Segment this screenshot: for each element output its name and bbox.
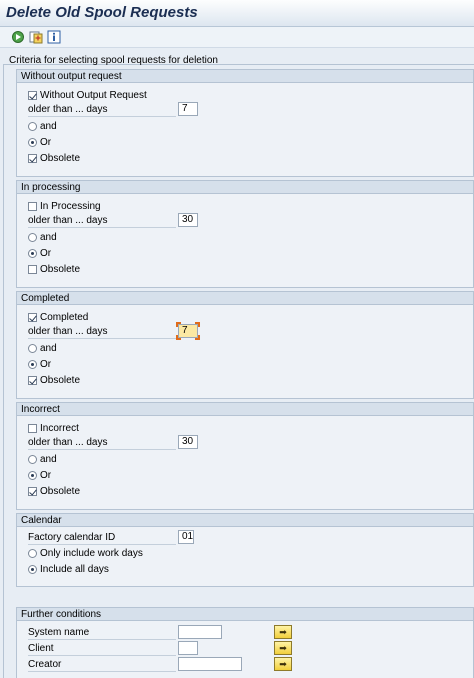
radio-control[interactable] (28, 343, 37, 353)
group-in-processing: In processing In Processing older than .… (16, 180, 474, 288)
radio-label: Or (40, 469, 52, 481)
radio-control[interactable] (28, 470, 37, 480)
focus-corner (176, 335, 181, 340)
criteria-title: Criteria for selecting spool requests fo… (9, 55, 218, 66)
radio-or[interactable]: Or (28, 246, 51, 260)
radio-control[interactable] (28, 248, 37, 258)
days-input[interactable]: 30 (178, 435, 198, 449)
in-processing-checkbox[interactable]: In Processing (28, 199, 101, 213)
obsolete-checkbox[interactable]: Obsolete (28, 484, 80, 498)
multiple-selection-button[interactable]: ➡ (274, 641, 292, 655)
radio-control[interactable] (28, 564, 37, 574)
group-header: Completed (17, 292, 473, 305)
title-bar: Delete Old Spool Requests (0, 0, 474, 27)
system-name-input[interactable] (178, 625, 222, 639)
group-without-output: Without output request Without Output Re… (16, 69, 474, 177)
radio-label: Only include work days (40, 547, 143, 559)
group-header: Incorrect (17, 403, 473, 416)
focus-corner (176, 322, 181, 327)
checkbox-control[interactable] (28, 312, 37, 322)
checkbox-control[interactable] (28, 153, 37, 163)
group-incorrect: Incorrect Incorrect older than ... days … (16, 402, 474, 510)
checkbox-label: Obsolete (40, 485, 81, 497)
radio-control[interactable] (28, 454, 37, 464)
group-header: Further conditions (17, 608, 473, 621)
obsolete-checkbox[interactable]: Obsolete (28, 373, 80, 387)
focus-corner (195, 335, 200, 340)
arrow-right-icon: ➡ (279, 643, 287, 653)
radio-label: and (40, 120, 57, 132)
radio-control[interactable] (28, 359, 37, 369)
radio-only-work-days[interactable]: Only include work days (28, 546, 143, 560)
creator-label: Creator (28, 658, 176, 672)
application-toolbar (0, 27, 474, 48)
days-input[interactable]: 7 (178, 102, 198, 116)
radio-control[interactable] (28, 121, 37, 131)
without-output-checkbox[interactable]: Without Output Request (28, 88, 147, 102)
variant-icon[interactable] (29, 30, 43, 44)
creator-input[interactable] (178, 657, 242, 671)
focus-corner (195, 322, 200, 327)
checkbox-control[interactable] (28, 201, 37, 211)
radio-label: Include all days (40, 563, 109, 575)
checkbox-control[interactable] (28, 375, 37, 385)
radio-include-all-days[interactable]: Include all days (28, 562, 109, 576)
checkbox-control[interactable] (28, 423, 37, 433)
checkbox-label: Incorrect (40, 422, 79, 434)
arrow-right-icon: ➡ (279, 659, 287, 669)
page-title: Delete Old Spool Requests (6, 4, 198, 21)
group-header: In processing (17, 181, 473, 194)
group-header: Calendar (17, 514, 473, 527)
checkbox-label: Obsolete (40, 263, 81, 275)
radio-label: Or (40, 358, 52, 370)
client-label: Client (28, 642, 176, 656)
checkbox-control[interactable] (28, 486, 37, 496)
radio-label: Or (40, 136, 52, 148)
factory-calendar-label: Factory calendar ID (28, 531, 176, 545)
radio-control[interactable] (28, 548, 37, 558)
execute-icon[interactable] (11, 30, 25, 44)
radio-and[interactable]: and (28, 119, 57, 133)
checkbox-control[interactable] (28, 264, 37, 274)
checkbox-label: Obsolete (40, 152, 81, 164)
radio-or[interactable]: Or (28, 357, 51, 371)
days-input[interactable]: 30 (178, 213, 198, 227)
checkbox-label: Obsolete (40, 374, 81, 386)
checkbox-label: Without Output Request (40, 89, 147, 101)
radio-label: Or (40, 247, 52, 259)
group-calendar: Calendar Factory calendar ID 01 Only inc… (16, 513, 474, 587)
radio-or[interactable]: Or (28, 135, 51, 149)
days-label: older than ... days (28, 325, 176, 339)
days-label: older than ... days (28, 103, 176, 117)
completed-checkbox[interactable]: Completed (28, 310, 88, 324)
radio-label: and (40, 231, 57, 243)
group-further-conditions: Further conditions System name ➡ Client … (16, 607, 474, 678)
info-icon[interactable] (47, 30, 61, 44)
checkbox-control[interactable] (28, 90, 37, 100)
obsolete-checkbox[interactable]: Obsolete (28, 151, 80, 165)
days-label: older than ... days (28, 436, 176, 450)
group-completed: Completed Completed older than ... days … (16, 291, 474, 399)
factory-calendar-input[interactable]: 01 (178, 530, 194, 544)
radio-label: and (40, 453, 57, 465)
radio-control[interactable] (28, 137, 37, 147)
days-label: older than ... days (28, 214, 176, 228)
client-input[interactable] (178, 641, 198, 655)
radio-and[interactable]: and (28, 341, 57, 355)
group-header: Without output request (17, 70, 473, 83)
radio-or[interactable]: Or (28, 468, 51, 482)
radio-control[interactable] (28, 232, 37, 242)
multiple-selection-button[interactable]: ➡ (274, 625, 292, 639)
incorrect-checkbox[interactable]: Incorrect (28, 421, 79, 435)
radio-and[interactable]: and (28, 230, 57, 244)
radio-and[interactable]: and (28, 452, 57, 466)
arrow-right-icon: ➡ (279, 627, 287, 637)
checkbox-label: Completed (40, 311, 89, 323)
multiple-selection-button[interactable]: ➡ (274, 657, 292, 671)
radio-label: and (40, 342, 57, 354)
system-name-label: System name (28, 626, 176, 640)
checkbox-label: In Processing (40, 200, 101, 212)
obsolete-checkbox[interactable]: Obsolete (28, 262, 80, 276)
